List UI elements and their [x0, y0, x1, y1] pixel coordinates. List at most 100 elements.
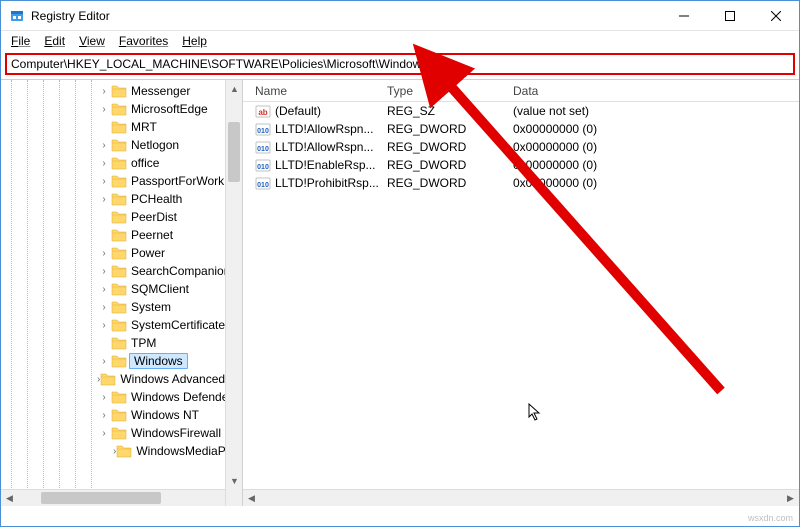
tree-item[interactable]: MRT	[1, 118, 242, 136]
column-name[interactable]: Name	[249, 84, 381, 98]
tree-item[interactable]: › PassportForWork	[1, 172, 242, 190]
addressbar-container: Computer\HKEY_LOCAL_MACHINE\SOFTWARE\Pol…	[1, 51, 799, 77]
tree-item-label: Power	[129, 246, 167, 260]
chevron-right-icon[interactable]: ›	[97, 284, 111, 295]
tree-item[interactable]: › Windows Defender	[1, 388, 242, 406]
tree-item[interactable]: ›MicrosoftEdge	[1, 100, 242, 118]
list-row[interactable]: 010 LLTD!AllowRspn... REG_DWORD0x00000000 …	[243, 138, 799, 156]
value-name: LLTD!AllowRspn...	[275, 140, 373, 154]
scroll-left-icon[interactable]: ◀	[1, 490, 18, 506]
list-pane[interactable]: Name Type Data ab(Default)REG_SZ(value n…	[243, 80, 799, 506]
tree-item[interactable]: ›SystemCertificates	[1, 316, 242, 334]
value-name-cell: 010LLTD!AllowRspn...	[249, 121, 381, 137]
value-data-cell: 0x00000000 (0)	[507, 176, 799, 190]
chevron-right-icon[interactable]: ›	[97, 320, 111, 331]
chevron-right-icon[interactable]: ›	[97, 104, 111, 115]
tree-scrollbar-horizontal[interactable]: ◀ ▶	[1, 489, 242, 506]
dword-value-icon: 010	[255, 139, 271, 155]
folder-icon	[111, 156, 127, 170]
folder-icon	[111, 228, 127, 242]
chevron-right-icon[interactable]: ›	[97, 248, 111, 259]
tree-item[interactable]: TPM	[1, 334, 242, 352]
tree-item[interactable]: Peernet	[1, 226, 242, 244]
tree-item[interactable]: ›Netlogon	[1, 136, 242, 154]
tree-item[interactable]: › Windows NT	[1, 406, 242, 424]
value-data-cell: 0x00000000 (0)	[507, 158, 799, 172]
chevron-right-icon[interactable]: ›	[97, 140, 111, 151]
tree-item[interactable]: › office	[1, 154, 242, 172]
value-type-cell: REG_DWORD	[381, 140, 507, 154]
tree-item[interactable]: ›Messenger	[1, 82, 242, 100]
folder-icon	[111, 120, 127, 134]
chevron-right-icon[interactable]: ›	[97, 392, 111, 403]
tree-item-label: Windows	[129, 353, 188, 369]
menu-view[interactable]: View	[73, 32, 111, 50]
value-name-cell: ab(Default)	[249, 103, 381, 119]
dword-value-icon: 010	[255, 157, 271, 173]
tree-item-label: Windows NT	[129, 408, 201, 422]
tree-item[interactable]: › SQMClient	[1, 280, 242, 298]
list-row[interactable]: 010 LLTD!EnableRsp... REG_DWORD0x00000000 …	[243, 156, 799, 174]
tree-item[interactable]: ›System	[1, 298, 242, 316]
menu-help[interactable]: Help	[176, 32, 213, 50]
tree-item[interactable]: ›Windows Advanced Threat Protection	[1, 370, 242, 388]
svg-text:010: 010	[257, 182, 269, 189]
chevron-right-icon[interactable]: ›	[97, 428, 111, 439]
list-row[interactable]: 010LLTD!ProhibitRsp...REG_DWORD0x0000000…	[243, 174, 799, 192]
chevron-right-icon[interactable]: ›	[97, 158, 111, 169]
scroll-right-icon[interactable]: ▶	[782, 490, 799, 507]
close-button[interactable]	[753, 1, 799, 30]
tree-item[interactable]: ›SearchCompanion	[1, 262, 242, 280]
chevron-right-icon[interactable]: ›	[97, 86, 111, 97]
regedit-icon	[9, 8, 25, 24]
list-row[interactable]: ab(Default)REG_SZ(value not set)	[243, 102, 799, 120]
tree-item[interactable]: › Power	[1, 244, 242, 262]
menu-favorites[interactable]: Favorites	[113, 32, 174, 50]
watermark: wsxdn.com	[748, 513, 793, 523]
tree-item-label: PassportForWork	[129, 174, 226, 188]
addressbar[interactable]: Computer\HKEY_LOCAL_MACHINE\SOFTWARE\Pol…	[5, 53, 795, 75]
value-name: LLTD!EnableRsp...	[275, 158, 376, 172]
tree-scrollbar-vertical[interactable]: ▲ ▼	[225, 80, 242, 489]
scroll-thumb-h[interactable]	[41, 492, 161, 504]
scroll-left-icon[interactable]: ◀	[243, 490, 260, 507]
value-type-cell: REG_DWORD	[381, 158, 507, 172]
chevron-right-icon[interactable]: ›	[97, 302, 111, 313]
tree-item-label: TPM	[129, 336, 158, 350]
scroll-down-icon[interactable]: ▼	[226, 472, 243, 489]
dword-value-icon: 010	[255, 121, 271, 137]
tree-item[interactable]: PeerDist	[1, 208, 242, 226]
chevron-right-icon[interactable]: ›	[97, 194, 111, 205]
menu-edit[interactable]: Edit	[38, 32, 71, 50]
value-name-cell: 010 LLTD!EnableRsp...	[249, 157, 381, 173]
folder-icon	[111, 84, 127, 98]
address-path: Computer\HKEY_LOCAL_MACHINE\SOFTWARE\Pol…	[11, 57, 427, 71]
list-row[interactable]: 010LLTD!AllowRspn...REG_DWORD0x00000000 …	[243, 120, 799, 138]
folder-icon	[111, 102, 127, 116]
tree-item[interactable]: › Windows	[1, 352, 242, 370]
tree-item-label: Windows Defender	[129, 390, 234, 404]
chevron-right-icon[interactable]: ›	[97, 266, 111, 277]
tree-item-label: office	[129, 156, 161, 170]
tree-item[interactable]: ›WindowsMediaPlayer	[1, 442, 242, 460]
column-data[interactable]: Data	[507, 84, 799, 98]
maximize-button[interactable]	[707, 1, 753, 30]
value-name: LLTD!ProhibitRsp...	[275, 176, 379, 190]
tree-item[interactable]: ›WindowsFirewall	[1, 424, 242, 442]
folder-icon	[100, 372, 116, 386]
tree-item[interactable]: ›PCHealth	[1, 190, 242, 208]
chevron-right-icon[interactable]: ›	[97, 410, 111, 421]
tree-pane[interactable]: ›Messenger›MicrosoftEdgeMRT›Netlogon›off…	[1, 80, 243, 506]
chevron-right-icon[interactable]: ›	[97, 356, 111, 367]
column-type[interactable]: Type	[381, 84, 507, 98]
tree-item-label: SQMClient	[129, 282, 191, 296]
menu-file[interactable]: File	[5, 32, 36, 50]
scroll-up-icon[interactable]: ▲	[226, 80, 243, 97]
list-header: Name Type Data	[243, 80, 799, 102]
scroll-thumb[interactable]	[228, 122, 240, 182]
value-data-cell: 0x00000000 (0)	[507, 140, 799, 154]
folder-icon	[111, 192, 127, 206]
list-scrollbar-horizontal[interactable]: ◀ ▶	[243, 489, 799, 506]
minimize-button[interactable]	[661, 1, 707, 30]
chevron-right-icon[interactable]: ›	[97, 176, 111, 187]
